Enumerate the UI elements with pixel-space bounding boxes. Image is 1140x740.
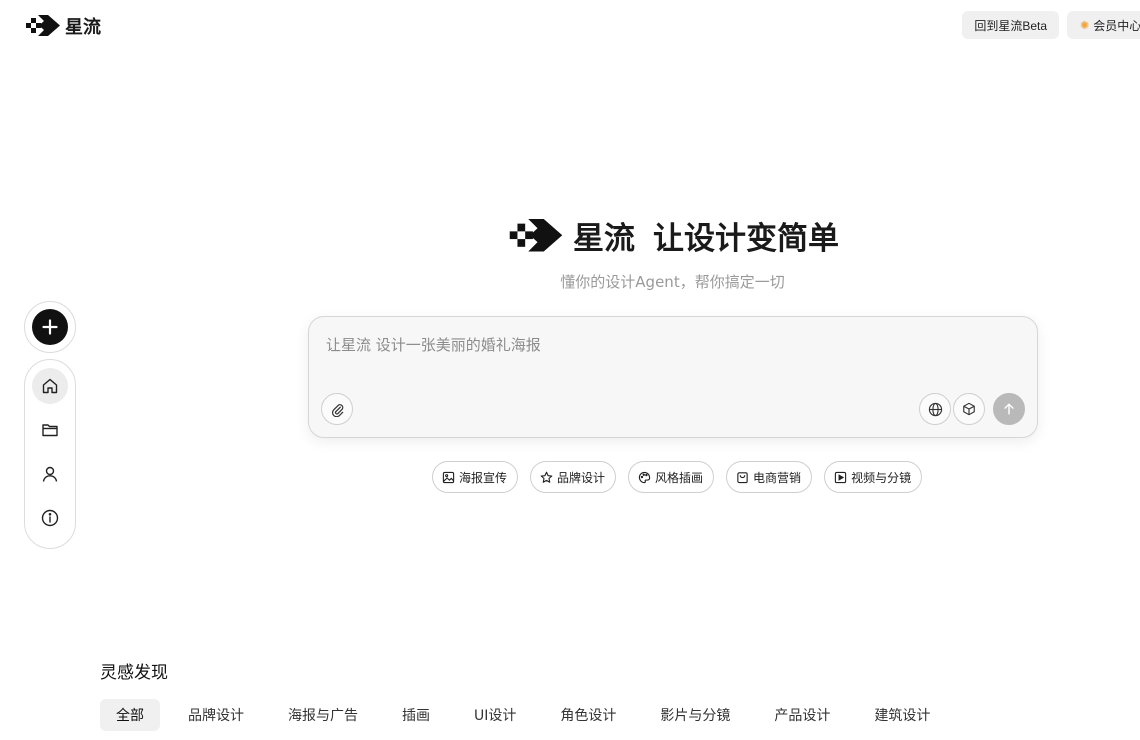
home-icon <box>42 378 58 394</box>
cube-icon <box>963 402 975 416</box>
paperclip-icon <box>331 403 343 417</box>
chip-video[interactable]: 视频与分镜 <box>824 461 923 493</box>
back-to-beta-button[interactable]: 回到星流Beta <box>962 11 1059 39</box>
rail-item-profile[interactable] <box>32 456 68 492</box>
globe-icon <box>928 402 942 416</box>
rail-item-info[interactable] <box>32 500 68 536</box>
chip-label: 品牌设计 <box>557 470 606 485</box>
tab-ui-design[interactable]: UI设计 <box>458 699 532 731</box>
rail-item-folder[interactable] <box>32 412 68 448</box>
tab-illustration[interactable]: 插画 <box>386 699 446 731</box>
prompt-input[interactable] <box>326 333 1016 357</box>
arrow-up-icon <box>1004 403 1014 415</box>
attach-button[interactable] <box>321 393 353 425</box>
inspiration-title: 灵感发现 <box>100 663 168 683</box>
model-button[interactable] <box>953 393 985 425</box>
tab-product-design[interactable]: 产品设计 <box>758 699 846 731</box>
tab-character-design[interactable]: 角色设计 <box>544 699 632 731</box>
chip-label: 风格插画 <box>655 470 704 485</box>
prompt-box <box>308 316 1038 438</box>
chip-ecommerce[interactable]: 电商营销 <box>726 461 813 493</box>
new-project-button[interactable] <box>32 309 68 345</box>
image-icon <box>442 471 455 483</box>
shopping-bag-icon <box>737 471 748 483</box>
hero-slogan: 让设计变简单 <box>653 221 839 257</box>
folder-icon <box>42 424 58 437</box>
logo[interactable]: 星流 <box>26 13 101 39</box>
chip-label: 海报宣传 <box>459 470 508 485</box>
side-rail <box>24 359 76 549</box>
rail-item-home[interactable] <box>32 368 68 404</box>
logo-text: 星流 <box>65 17 101 38</box>
hero-title: 星流 让设计变简单 <box>509 213 839 258</box>
web-search-button[interactable] <box>919 393 951 425</box>
tab-all[interactable]: 全部 <box>100 699 160 731</box>
user-icon <box>42 466 58 482</box>
top-actions: 回到星流Beta ✺ 会员中心 <box>962 11 1140 39</box>
inspiration-tabs: 全部 品牌设计 海报与广告 插画 UI设计 角色设计 影片与分镜 产品设计 建筑… <box>100 699 958 731</box>
plus-icon <box>42 319 58 335</box>
chip-poster[interactable]: 海报宣传 <box>432 461 519 493</box>
sun-icon: ✺ <box>1080 19 1090 32</box>
hero-subtitle: 懂你的设计Agent，帮你搞定一切 <box>560 273 785 291</box>
tab-brand-design[interactable]: 品牌设计 <box>172 699 260 731</box>
hero-brand: 星流 <box>573 221 635 257</box>
hero-logo-icon <box>509 218 563 251</box>
chip-brand[interactable]: 品牌设计 <box>530 461 617 493</box>
play-icon <box>834 471 847 483</box>
info-icon <box>41 509 59 527</box>
logo-mark-icon <box>26 15 60 36</box>
page: 星流 回到星流Beta ✺ 会员中心 星流 让设计变简单 懂你的设计Agent，… <box>0 0 1140 740</box>
tab-architecture[interactable]: 建筑设计 <box>858 699 946 731</box>
tab-poster-ads[interactable]: 海报与广告 <box>272 699 374 731</box>
palette-icon <box>638 471 651 483</box>
tab-film-storyboard[interactable]: 影片与分镜 <box>644 699 746 731</box>
chip-label: 电商营销 <box>753 470 802 485</box>
member-center-button[interactable]: ✺ 会员中心 <box>1067 11 1140 39</box>
chip-label: 视频与分镜 <box>851 470 912 485</box>
star-icon <box>540 471 553 483</box>
chip-illustration[interactable]: 风格插画 <box>628 461 715 493</box>
member-center-label: 会员中心 <box>1093 18 1140 33</box>
send-button[interactable] <box>993 393 1025 425</box>
new-button-ring <box>24 301 76 353</box>
suggestion-chips: 海报宣传 品牌设计 风格插画 电商营销 视频与分镜 <box>432 461 923 493</box>
